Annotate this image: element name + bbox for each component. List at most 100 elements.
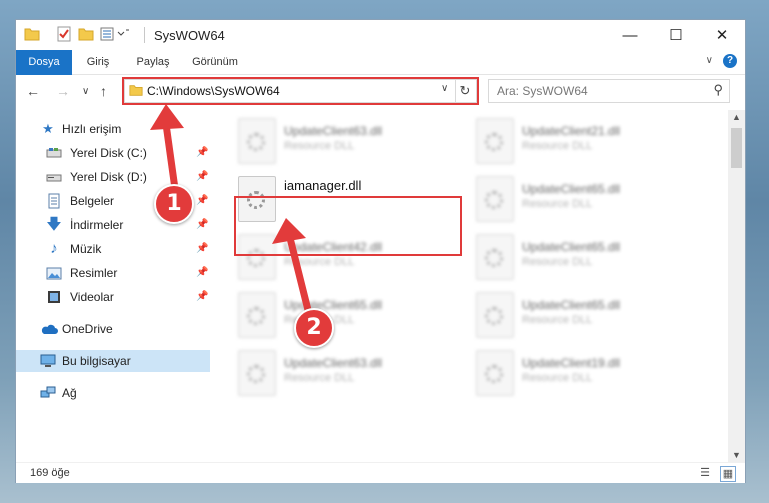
list-item[interactable]: UpdateClient63.dll Resource DLL — [212, 112, 442, 168]
pin-icon[interactable]: 📌 — [196, 171, 208, 182]
file-name: UpdateClient63.dll — [284, 124, 383, 138]
back-arrow-icon[interactable]: ← — [26, 83, 40, 99]
list-item[interactable]: UpdateClient65.dll Resource DLL — [450, 286, 680, 342]
file-name: UpdateClient21.dll — [522, 124, 621, 138]
new-folder-icon[interactable] — [78, 26, 94, 44]
properties-icon[interactable] — [56, 26, 72, 44]
list-item[interactable]: UpdateClient21.dll Resource DLL — [450, 112, 680, 168]
navigation-bar: ← → ∨ ↑ C:\Windows\SysWOW64 ∨ ↻ Ara: Sys… — [16, 75, 745, 109]
sidebar-item-onedrive[interactable]: OneDrive — [16, 318, 210, 340]
tab-share[interactable]: Paylaş — [128, 50, 178, 74]
file-description: Resource DLL — [522, 314, 593, 326]
sidebar-item-this-pc[interactable]: Bu bilgisayar — [16, 350, 210, 372]
sidebar-item-label: Resimler — [70, 266, 118, 280]
list-item[interactable]: UpdateClient19.dll Resource DLL — [450, 344, 680, 400]
sidebar-item-music[interactable]: ♪ Müzik 📌 — [16, 238, 210, 260]
network-icon — [40, 385, 56, 401]
sidebar-item-label: Müzik — [70, 242, 102, 256]
list-item[interactable]: UpdateClient63.dll Resource DLL — [212, 344, 442, 400]
tab-home[interactable]: Giriş — [78, 50, 118, 74]
dll-file-icon — [476, 350, 514, 396]
documents-icon — [46, 193, 62, 209]
file-name: UpdateClient65.dll — [284, 298, 383, 312]
sidebar-item-label: Hızlı erişim — [62, 122, 122, 136]
file-description: Resource DLL — [522, 140, 593, 152]
file-description: Resource DLL — [284, 256, 355, 268]
sidebar-item-label: Videolar — [70, 290, 114, 304]
pin-icon[interactable]: 📌 — [196, 267, 208, 278]
file-name: UpdateClient19.dll — [522, 356, 621, 370]
sidebar-item-label: Yerel Disk (C:) — [70, 146, 147, 160]
pin-icon[interactable]: 📌 — [196, 219, 208, 230]
pictures-icon — [46, 265, 62, 281]
file-description: Resource DLL — [522, 256, 593, 268]
music-icon: ♪ — [50, 240, 58, 257]
navigation-pane: ★ Hızlı erişim Yerel Disk (C:) 📌 Yerel D… — [16, 110, 210, 462]
forward-arrow-icon[interactable]: → — [56, 83, 70, 99]
tab-view[interactable]: Görünüm — [186, 50, 244, 74]
file-list: UpdateClient63.dll Resource DLL UpdateCl… — [212, 110, 728, 462]
pin-icon[interactable]: 📌 — [196, 243, 208, 254]
list-item[interactable]: UpdateClient65.dll Resource DLL — [450, 170, 680, 226]
sidebar-item-pictures[interactable]: Resimler 📌 — [16, 262, 210, 284]
details-view-icon[interactable]: ☰ — [698, 466, 712, 480]
sidebar-item-quick-access[interactable]: ★ Hızlı erişim — [16, 118, 210, 140]
dll-file-icon — [476, 292, 514, 338]
drive-icon — [46, 169, 62, 185]
videos-icon — [46, 289, 62, 305]
status-bar: 169 öğe ☰ ▦ — [16, 462, 745, 483]
search-icon[interactable]: ⚲ — [713, 82, 723, 98]
drive-icon — [46, 145, 62, 161]
dll-file-icon — [238, 292, 276, 338]
file-highlight-box — [234, 196, 462, 256]
dll-file-icon — [476, 118, 514, 164]
pin-icon[interactable]: 📌 — [196, 291, 208, 302]
large-icons-view-icon[interactable]: ▦ — [720, 466, 736, 482]
sidebar-item-disk-c[interactable]: Yerel Disk (C:) 📌 — [16, 142, 210, 164]
list-item[interactable]: UpdateClient65.dll Resource DLL — [450, 228, 680, 284]
file-name: UpdateClient65.dll — [522, 298, 621, 312]
chevron-down-icon[interactable]: ∨ — [706, 55, 713, 66]
computer-icon — [40, 353, 56, 369]
file-description: Resource DLL — [284, 372, 355, 384]
close-button[interactable]: ✕ — [699, 20, 745, 50]
sidebar-item-label: Belgeler — [70, 194, 115, 208]
explorer-window: SysWOW64 — ☐ ✕ Dosya Giriş Paylaş Görünü… — [16, 20, 745, 483]
recent-locations-icon[interactable]: ∨ — [82, 86, 89, 97]
cloud-icon — [40, 321, 58, 337]
download-icon: 🡇 — [46, 216, 62, 233]
sidebar-item-network[interactable]: Ağ — [16, 382, 210, 404]
item-count: 169 öğe — [30, 467, 70, 479]
search-placeholder: Ara: SysWOW64 — [497, 84, 588, 98]
minimize-button[interactable]: — — [607, 20, 653, 50]
help-icon[interactable]: ? — [723, 54, 737, 68]
scroll-thumb[interactable] — [731, 128, 742, 168]
title-bar: SysWOW64 — ☐ ✕ — [16, 20, 745, 50]
scroll-down-icon[interactable]: ▼ — [732, 450, 741, 460]
pin-icon[interactable]: 📌 — [196, 147, 208, 158]
sidebar-item-label: OneDrive — [62, 322, 113, 336]
sidebar-item-label: Yerel Disk (D:) — [70, 170, 147, 184]
up-arrow-icon[interactable]: ↑ — [100, 83, 107, 99]
search-box[interactable]: Ara: SysWOW64 ⚲ — [488, 79, 730, 103]
pin-icon[interactable]: 📌 — [196, 195, 208, 206]
dll-file-icon — [476, 234, 514, 280]
step-1-badge: 1 — [154, 184, 194, 224]
maximize-button[interactable]: ☐ — [653, 20, 699, 50]
file-name: UpdateClient65.dll — [522, 240, 621, 254]
sidebar-item-label: İndirmeler — [70, 218, 124, 232]
dll-file-icon — [476, 176, 514, 222]
folder-icon — [24, 26, 40, 44]
customize-toolbar-icon[interactable] — [100, 26, 130, 44]
file-name: UpdateClient63.dll — [284, 356, 383, 370]
ribbon-tabs: Dosya Giriş Paylaş Görünüm ∨ ? — [16, 50, 745, 106]
sidebar-item-videos[interactable]: Videolar 📌 — [16, 286, 210, 308]
file-description: Resource DLL — [522, 372, 593, 384]
address-highlight-box — [122, 77, 479, 105]
title-separator — [144, 27, 145, 43]
vertical-scrollbar[interactable]: ▲ ▼ — [728, 110, 745, 462]
scroll-up-icon[interactable]: ▲ — [732, 112, 741, 122]
dll-file-icon — [238, 350, 276, 396]
dll-file-icon — [238, 118, 276, 164]
sidebar-item-label: Ağ — [62, 386, 77, 400]
